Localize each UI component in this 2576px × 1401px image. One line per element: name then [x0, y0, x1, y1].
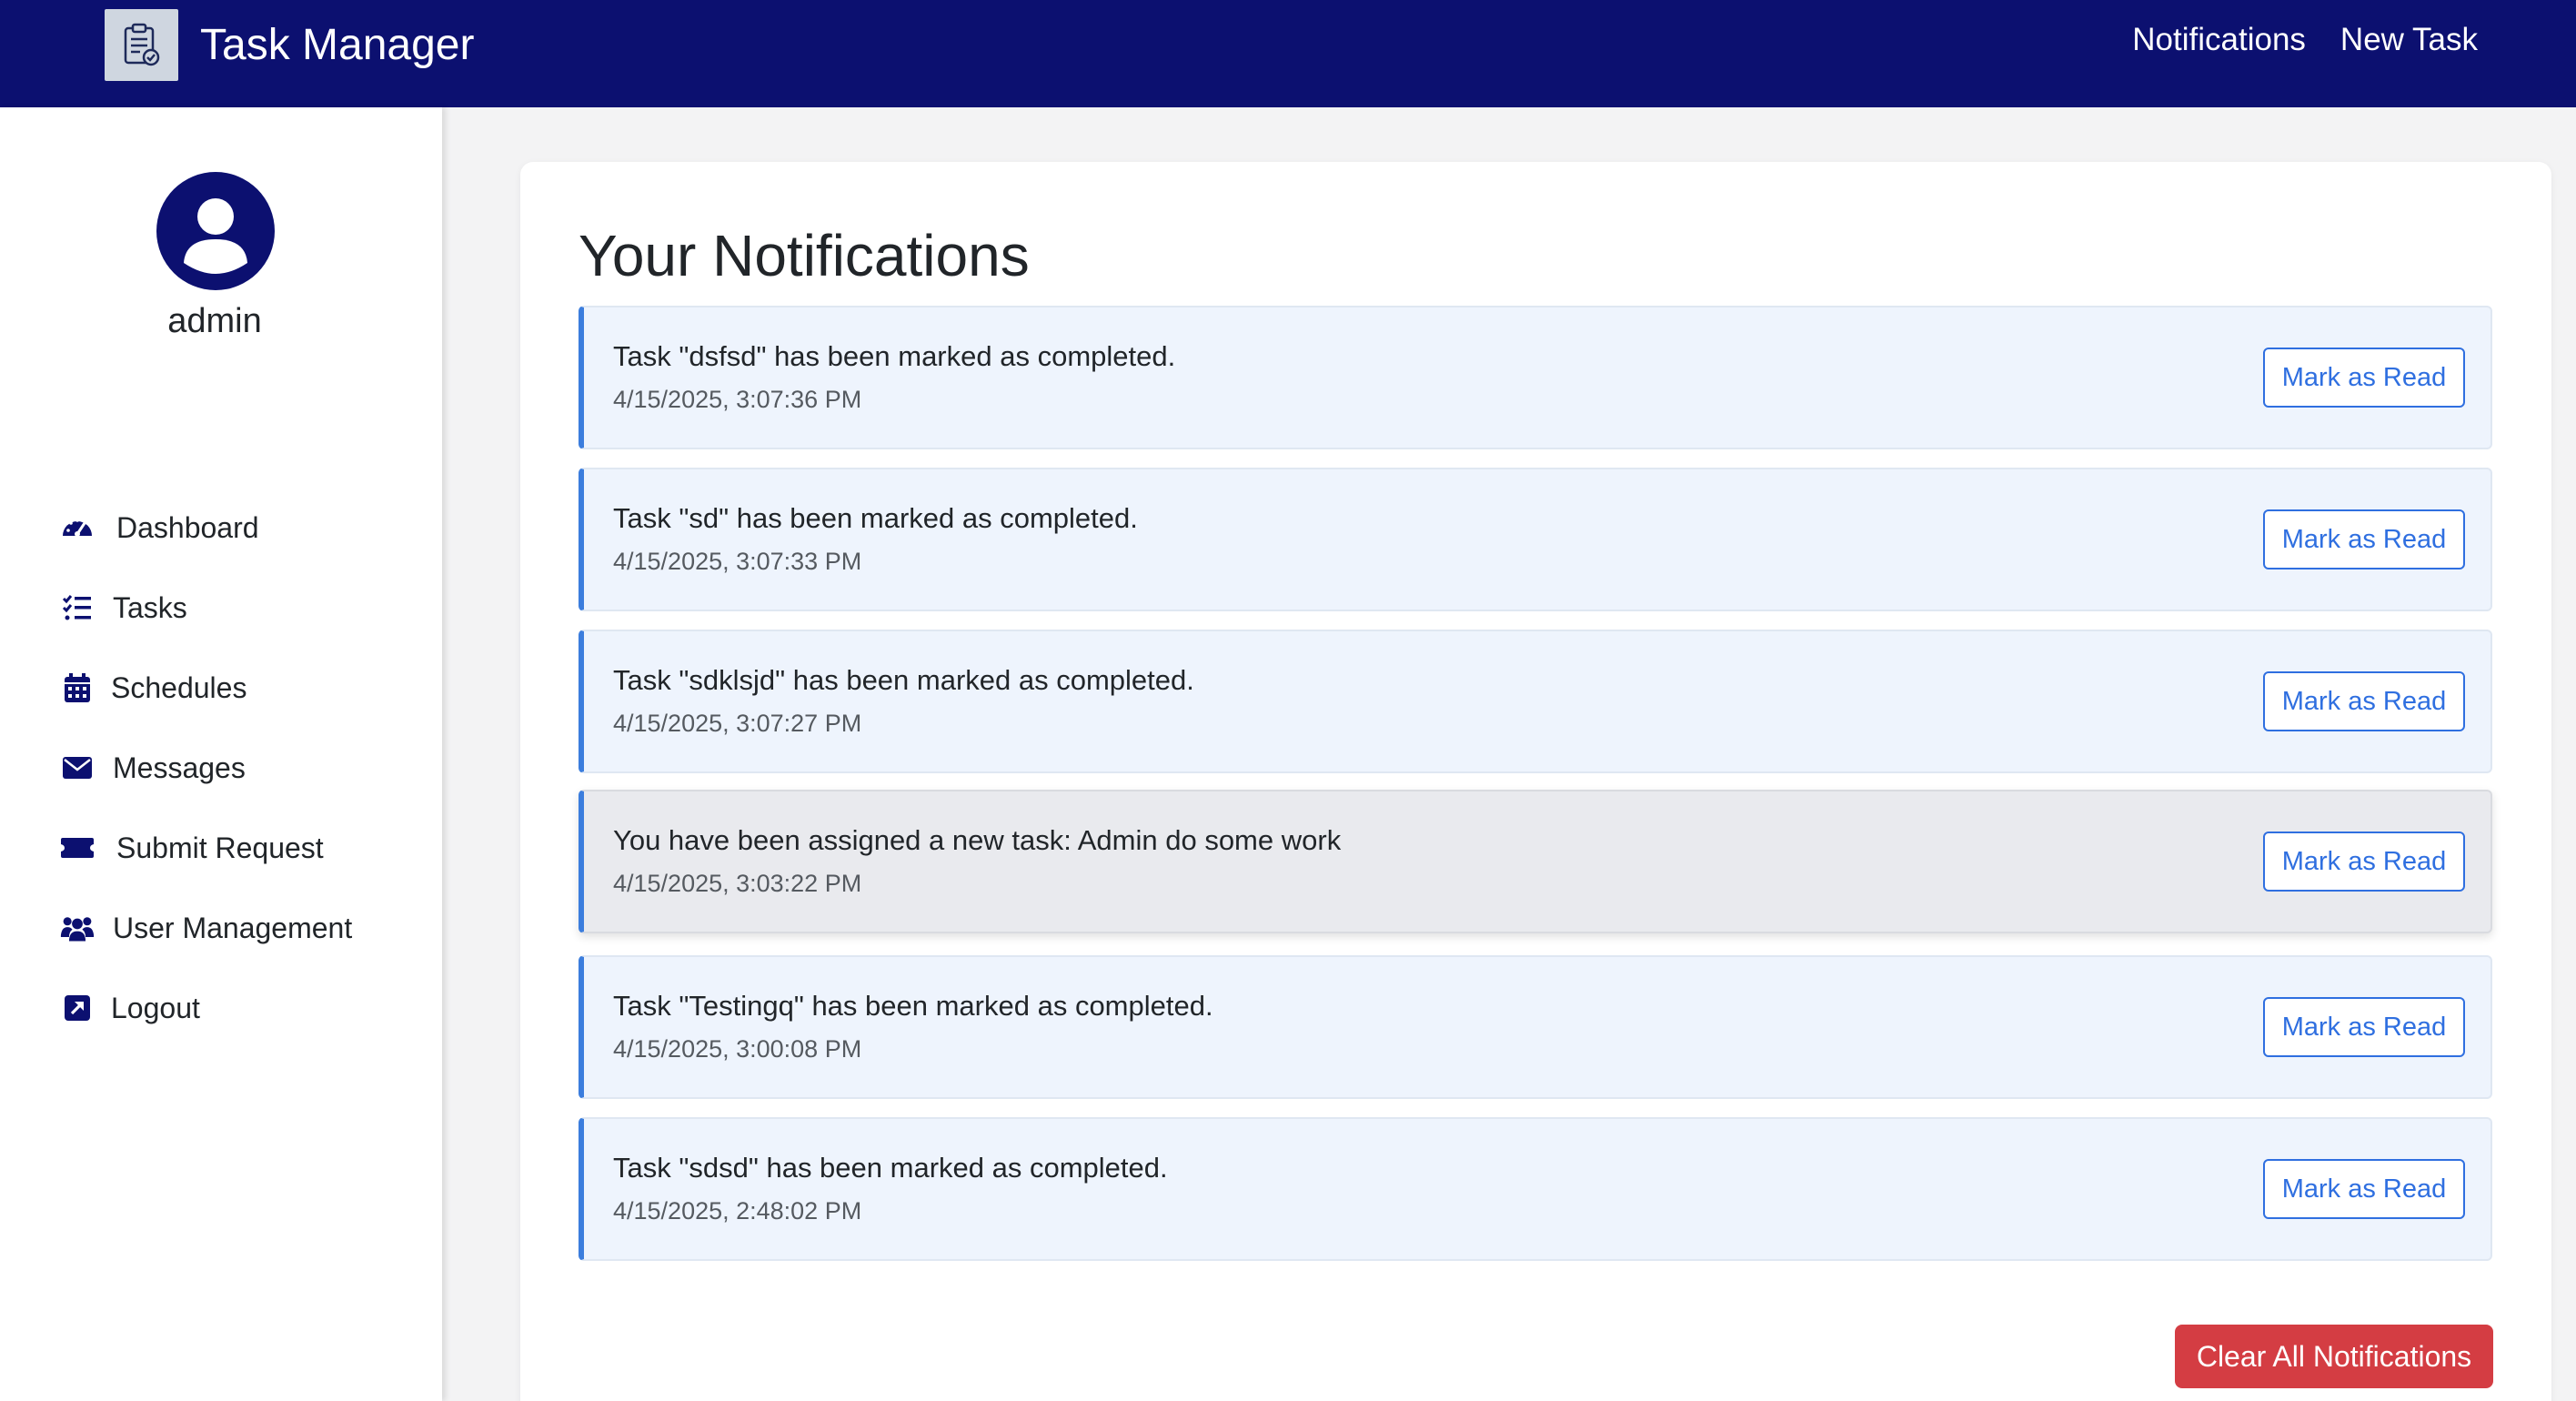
clipboard-check-icon[interactable] [105, 9, 178, 81]
notification-timestamp: 4/15/2025, 2:48:02 PM [613, 1197, 862, 1225]
mark-as-read-button[interactable]: Mark as Read [2263, 509, 2465, 569]
external-link-icon [60, 991, 95, 1025]
top-navbar: Task Manager Notifications New Task [0, 0, 2576, 107]
mark-as-read-button[interactable]: Mark as Read [2263, 997, 2465, 1057]
notification-message: Task "sdklsjd" has been marked as comple… [613, 664, 1194, 696]
notification-item: Task "dsfsd" has been marked as complete… [579, 306, 2492, 449]
sidebar-item-messages[interactable]: Messages [60, 741, 246, 795]
mark-as-read-button[interactable]: Mark as Read [2263, 348, 2465, 408]
sidebar-item-label: Logout [111, 991, 200, 1024]
sidebar-item-label: Tasks [113, 590, 187, 624]
notification-message: Task "dsfsd" has been marked as complete… [613, 340, 1176, 372]
notification-message: Task "sdsd" has been marked as completed… [613, 1152, 1168, 1184]
mark-as-read-button[interactable]: Mark as Read [2263, 832, 2465, 892]
calendar-icon [60, 670, 95, 705]
sidebar-item-logout[interactable]: Logout [60, 981, 200, 1035]
app-title[interactable]: Task Manager [200, 18, 474, 73]
sidebar: admin Dashboard Tasks Schedules Messages… [0, 107, 442, 1401]
sidebar-item-tasks[interactable]: Tasks [60, 580, 187, 635]
user-circle-icon [156, 172, 275, 290]
list-check-icon [60, 590, 95, 625]
notification-message: You have been assigned a new task: Admin… [613, 824, 1342, 856]
gauge-icon [60, 510, 95, 545]
sidebar-username: admin [167, 302, 262, 340]
sidebar-item-schedules[interactable]: Schedules [60, 660, 247, 715]
ticket-icon [60, 831, 95, 865]
sidebar-item-label: Submit Request [116, 831, 324, 864]
sidebar-item-user-management[interactable]: User Management [60, 901, 352, 955]
sidebar-item-submit-request[interactable]: Submit Request [60, 821, 324, 875]
sidebar-item-label: User Management [113, 911, 353, 944]
sidebar-item-dashboard[interactable]: Dashboard [60, 500, 259, 555]
users-icon [60, 911, 95, 945]
notification-timestamp: 4/15/2025, 3:00:08 PM [613, 1035, 862, 1063]
nav-new-task-link[interactable]: New Task [2340, 18, 2478, 62]
notification-timestamp: 4/15/2025, 3:03:22 PM [613, 870, 862, 897]
notification-item: Task "sdklsjd" has been marked as comple… [579, 630, 2492, 773]
top-nav-links: Notifications New Task [2132, 18, 2478, 62]
notification-timestamp: 4/15/2025, 3:07:36 PM [613, 386, 862, 413]
mark-as-read-button[interactable]: Mark as Read [2263, 1159, 2465, 1219]
notification-item: Task "Testingq" has been marked as compl… [579, 955, 2492, 1099]
mark-as-read-button[interactable]: Mark as Read [2263, 671, 2465, 731]
notification-message: Task "Testingq" has been marked as compl… [613, 990, 1213, 1022]
notification-item: Task "sdsd" has been marked as completed… [579, 1117, 2492, 1261]
sidebar-item-label: Dashboard [116, 510, 259, 544]
notification-timestamp: 4/15/2025, 3:07:33 PM [613, 548, 862, 575]
notification-item: You have been assigned a new task: Admin… [579, 790, 2492, 933]
page-title: Your Notifications [579, 223, 1030, 288]
clear-all-notifications-button[interactable]: Clear All Notifications [2175, 1325, 2493, 1388]
notifications-card: Your Notifications Task "dsfsd" has been… [520, 162, 2551, 1401]
envelope-icon [60, 751, 95, 785]
sidebar-item-label: Messages [113, 751, 246, 784]
notification-message: Task "sd" has been marked as completed. [613, 502, 1138, 534]
sidebar-item-label: Schedules [111, 670, 247, 704]
notification-timestamp: 4/15/2025, 3:07:27 PM [613, 710, 862, 737]
notification-item: Task "sd" has been marked as completed. … [579, 468, 2492, 611]
nav-notifications-link[interactable]: Notifications [2132, 18, 2306, 62]
